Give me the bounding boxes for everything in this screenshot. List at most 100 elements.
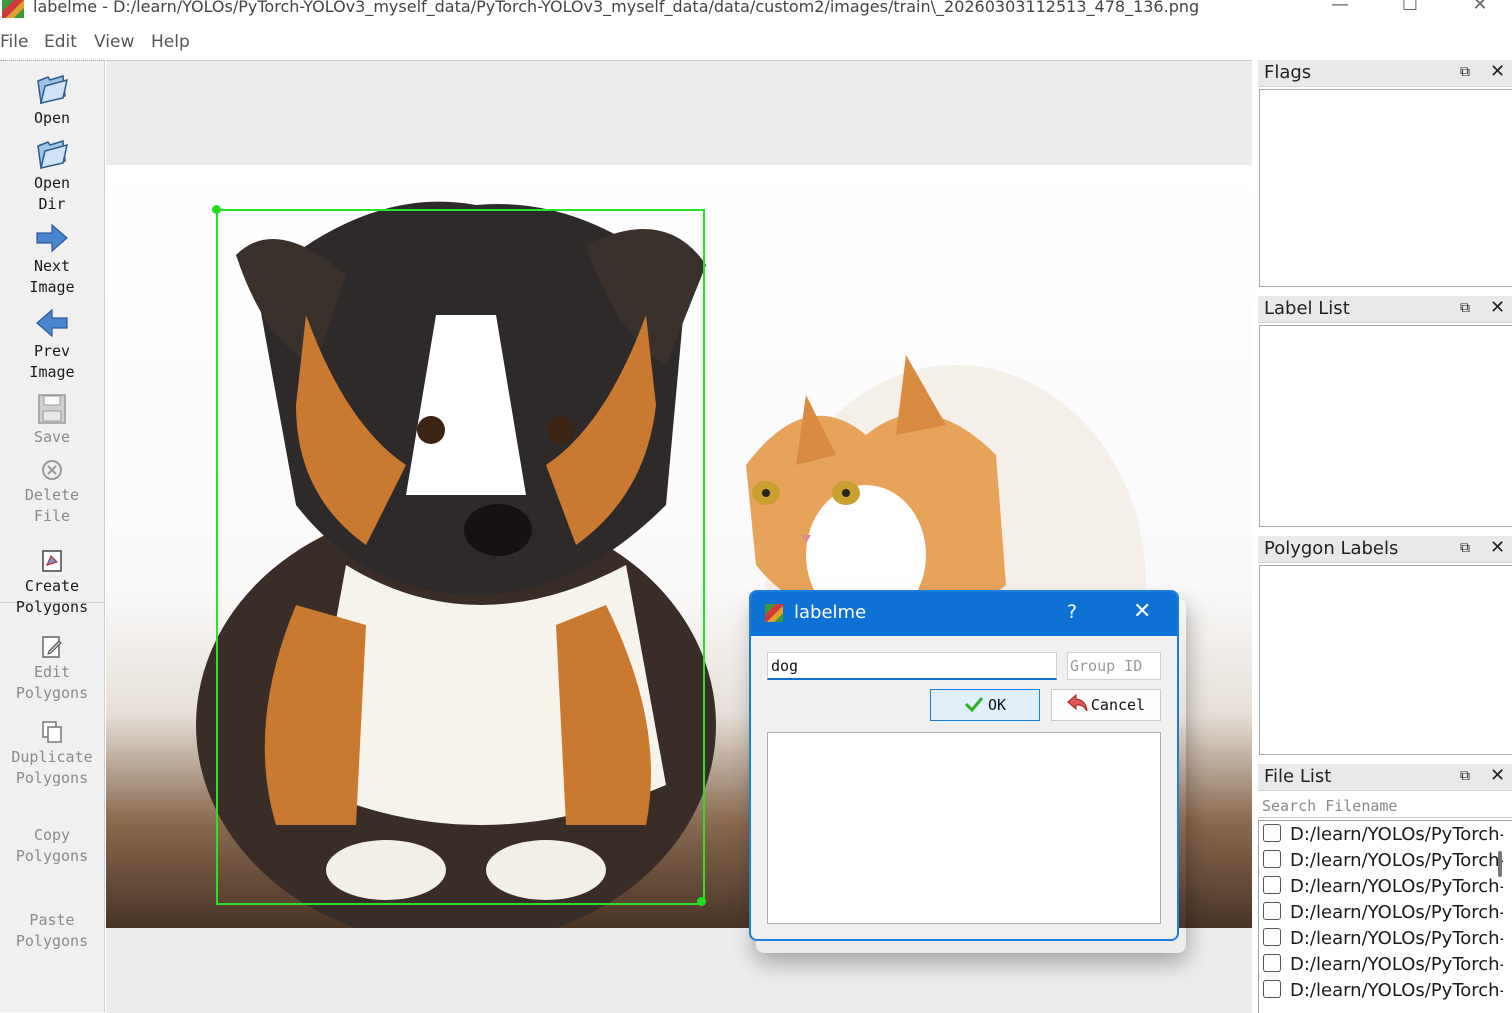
duplicate-polygons-label-1: Duplicate <box>11 748 93 766</box>
polygon-labels-dock: Polygon Labels ⧉ ✕ <box>1258 536 1512 758</box>
file-list-scrollbar[interactable] <box>1498 851 1502 877</box>
file-list-dock-header: File List ⧉ ✕ <box>1258 764 1512 791</box>
delete-circle-icon <box>42 460 62 480</box>
file-path: D:/learn/YOLOs/PyTorch-YOLOv3 <box>1290 876 1503 897</box>
flags-dock: Flags ⧉ ✕ <box>1258 60 1512 290</box>
open-button[interactable]: Open <box>0 72 104 129</box>
edit-polygons-label-1: Edit <box>33 663 71 681</box>
file-list-item[interactable]: D:/learn/YOLOs/PyTorch-YOLOv3 <box>1263 824 1503 850</box>
file-path: D:/learn/YOLOs/PyTorch-YOLOv3 <box>1290 954 1503 975</box>
search-filename-input[interactable]: Search Filename <box>1258 794 1512 818</box>
dialog-close-button[interactable]: ✕ <box>1133 599 1151 624</box>
file-list-item[interactable]: D:/learn/YOLOs/PyTorch-YOLOv3 <box>1263 850 1503 876</box>
minimize-button[interactable]: — <box>1320 0 1360 20</box>
label-list-dock: Label List ⧉ ✕ <box>1258 296 1512 528</box>
float-icon[interactable]: ⧉ <box>1460 64 1470 80</box>
cancel-label: Cancel <box>1090 696 1146 714</box>
create-polygons-button[interactable]: Create Polygons <box>0 548 104 618</box>
file-list-item[interactable]: D:/learn/YOLOs/PyTorch-YOLOv3 <box>1263 954 1503 980</box>
delete-file-button[interactable]: Delete File <box>0 457 104 527</box>
close-icon[interactable]: ✕ <box>1490 765 1505 786</box>
file-path: D:/learn/YOLOs/PyTorch-YOLOv3 <box>1290 980 1503 1001</box>
toolbar-handle[interactable] <box>0 60 104 63</box>
group-id-input[interactable]: Group ID <box>1067 652 1161 680</box>
create-polygons-label-1: Create <box>24 577 80 595</box>
polygon-labels-dock-header: Polygon Labels ⧉ ✕ <box>1258 536 1512 563</box>
close-icon[interactable]: ✕ <box>1490 61 1505 82</box>
float-icon[interactable]: ⧉ <box>1460 540 1470 556</box>
ok-button[interactable]: OK <box>930 689 1040 721</box>
file-checkbox[interactable] <box>1263 980 1281 998</box>
arrow-right-icon <box>36 223 68 253</box>
paste-polygons-label-2: Polygons <box>15 932 89 950</box>
open-folder-icon <box>37 75 69 104</box>
file-list-item[interactable]: D:/learn/YOLOs/PyTorch-YOLOv3 <box>1263 928 1503 954</box>
file-checkbox[interactable] <box>1263 954 1281 972</box>
menu-edit[interactable]: Edit <box>44 32 77 52</box>
file-path: D:/learn/YOLOs/PyTorch-YOLOv3 <box>1290 850 1503 871</box>
bbox-vertex-bottom-right[interactable] <box>697 897 706 906</box>
polygon-labels-list[interactable] <box>1259 565 1512 755</box>
prev-image-button[interactable]: Prev Image <box>0 307 104 383</box>
app-icon <box>2 0 24 18</box>
duplicate-icon <box>42 721 62 743</box>
file-path: D:/learn/YOLOs/PyTorch-YOLOv3 <box>1290 928 1503 949</box>
edit-pencil-icon <box>42 636 62 658</box>
paste-polygons-button[interactable]: Paste Polygons <box>0 910 104 952</box>
label-list-dock-title: Label List <box>1264 298 1350 319</box>
file-list-item[interactable]: D:/learn/YOLOs/PyTorch-YOLOv3 <box>1263 902 1503 928</box>
flags-list[interactable] <box>1259 89 1512 287</box>
file-list-dock-title: File List <box>1264 766 1332 787</box>
file-list-item[interactable]: D:/learn/YOLOs/PyTorch-YOLOv3 <box>1263 980 1503 1006</box>
help-button[interactable]: ? <box>1067 601 1077 623</box>
maximize-button[interactable]: ☐ <box>1390 0 1430 20</box>
copy-polygons-button[interactable]: Copy Polygons <box>0 825 104 867</box>
left-toolbar: Open Open Dir Next Image Prev Image Save <box>0 60 105 1012</box>
file-path: D:/learn/YOLOs/PyTorch-YOLOv3 <box>1290 824 1503 845</box>
next-image-button[interactable]: Next Image <box>0 222 104 298</box>
file-checkbox[interactable] <box>1263 850 1281 868</box>
arrow-left-icon <box>36 308 68 338</box>
file-checkbox[interactable] <box>1263 824 1281 842</box>
float-icon[interactable]: ⧉ <box>1460 768 1470 784</box>
ok-label: OK <box>987 696 1007 714</box>
flags-dock-header: Flags ⧉ ✕ <box>1258 60 1512 87</box>
open-dir-label-2: Dir <box>38 195 66 213</box>
menu-view[interactable]: View <box>94 32 134 52</box>
close-icon[interactable]: ✕ <box>1490 297 1505 318</box>
close-icon[interactable]: ✕ <box>1490 537 1505 558</box>
delete-file-label-1: Delete <box>24 486 80 504</box>
close-window-button[interactable]: ✕ <box>1460 0 1500 20</box>
file-checkbox[interactable] <box>1263 902 1281 920</box>
copy-polygons-label-1: Copy <box>33 826 71 844</box>
label-dialog: labelme ? ✕ dog Group ID OK Cancel <box>749 590 1179 941</box>
menu-file[interactable]: File <box>0 32 28 52</box>
open-dir-button[interactable]: Open Dir <box>0 137 104 215</box>
float-icon[interactable]: ⧉ <box>1460 300 1470 316</box>
file-list-item[interactable]: D:/learn/YOLOs/PyTorch-YOLOv3 <box>1263 876 1503 902</box>
dialog-title: labelme <box>794 602 867 623</box>
bbox-vertex-top-left[interactable] <box>212 205 221 214</box>
label-suggestion-list[interactable] <box>767 732 1161 924</box>
dialog-title-bar[interactable]: labelme ? ✕ <box>751 592 1177 636</box>
save-button[interactable]: Save <box>0 393 104 448</box>
create-polygon-icon <box>42 550 62 572</box>
copy-polygons-label-2: Polygons <box>15 847 89 865</box>
file-checkbox[interactable] <box>1263 928 1281 946</box>
menu-help[interactable]: Help <box>151 32 190 52</box>
save-label: Save <box>33 428 71 446</box>
label-input[interactable]: dog <box>767 652 1057 680</box>
bounding-box-dog[interactable] <box>216 209 705 905</box>
app-icon <box>765 604 783 622</box>
duplicate-polygons-button[interactable]: Duplicate Polygons <box>0 719 104 789</box>
edit-polygons-button[interactable]: Edit Polygons <box>0 634 104 704</box>
cancel-button[interactable]: Cancel <box>1051 689 1161 721</box>
label-list[interactable] <box>1259 325 1512 527</box>
checkmark-icon <box>964 697 984 713</box>
flags-dock-title: Flags <box>1264 62 1312 83</box>
file-checkbox[interactable] <box>1263 876 1281 894</box>
window-title: labelme - D:/learn/YOLOs/PyTorch-YOLOv3_… <box>33 0 1200 16</box>
file-list-dock: File List ⧉ ✕ <box>1258 764 1512 792</box>
open-dir-icon <box>37 140 69 169</box>
file-list[interactable]: D:/learn/YOLOs/PyTorch-YOLOv3 D:/learn/Y… <box>1258 820 1512 1013</box>
